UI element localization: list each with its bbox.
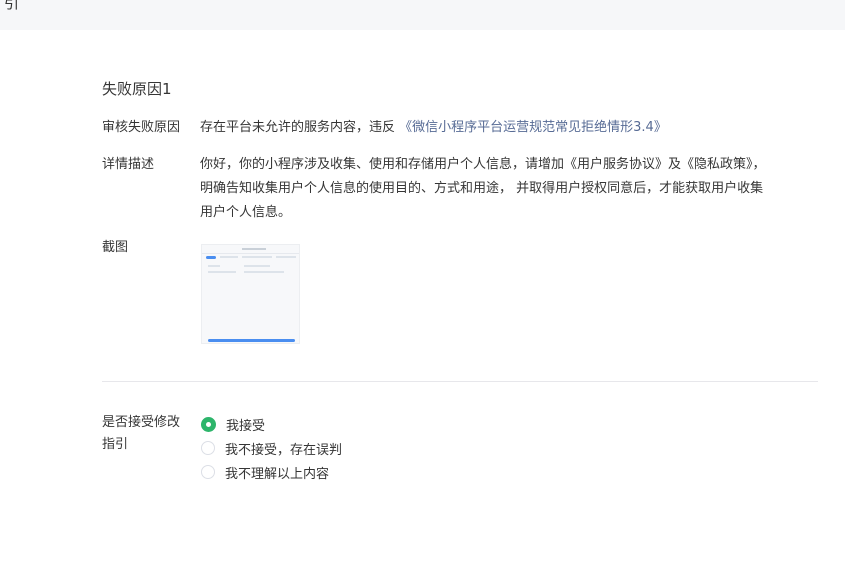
accept-guidance-label: 是否接受修改 指引 bbox=[102, 412, 192, 456]
top-bar-glyph: 引 bbox=[4, 0, 20, 12]
thumb-line bbox=[208, 271, 236, 273]
detail-description-line: 明确告知收集用户个人信息的使用目的、方式和用途， 并取得用户授权同意后，才能获取… bbox=[200, 181, 764, 196]
radio-option-label: 我不理解以上内容 bbox=[225, 466, 330, 482]
radio-option-label: 我接受 bbox=[226, 418, 266, 434]
top-bar: 引 bbox=[0, 0, 845, 30]
thumb-line bbox=[242, 256, 272, 258]
detail-description-line: 你好，你的小程序涉及收集、使用和存储用户个人信息，请增加《用户服务协议》及《隐私… bbox=[200, 157, 766, 172]
thumb-line bbox=[276, 256, 296, 258]
radio-option-label: 我不接受，存在误判 bbox=[225, 442, 343, 458]
radio-checked-icon[interactable] bbox=[201, 416, 216, 432]
accept-guidance-label-line: 是否接受修改 bbox=[102, 415, 181, 430]
radio-option-accept[interactable]: 我接受 bbox=[201, 414, 265, 434]
radio-option-reject[interactable]: 我不接受，存在误判 bbox=[201, 438, 342, 458]
thumb-divider bbox=[202, 253, 299, 254]
thumb-line bbox=[208, 265, 220, 267]
review-failure-reason-value: 存在平台未允许的服务内容，违反 《微信小程序平台运营规范常见拒绝情形3.4》 bbox=[200, 116, 818, 140]
detail-description-line: 用户个人信息。 bbox=[200, 205, 292, 220]
failure-reason-title: 失败原因1 bbox=[102, 80, 172, 98]
section-divider bbox=[102, 381, 818, 382]
detail-description-label: 详情描述 bbox=[102, 157, 155, 172]
thumb-line bbox=[220, 256, 238, 258]
review-failure-reason-text: 存在平台未允许的服务内容，违反 bbox=[200, 120, 396, 135]
radio-unchecked-icon[interactable] bbox=[201, 441, 215, 455]
radio-option-not-understand[interactable]: 我不理解以上内容 bbox=[201, 462, 329, 482]
thumb-tab bbox=[206, 256, 216, 259]
thumb-line bbox=[244, 271, 284, 273]
radio-unchecked-icon[interactable] bbox=[201, 465, 215, 479]
screenshot-thumbnail[interactable] bbox=[201, 244, 300, 344]
rules-link[interactable]: 《微信小程序平台运营规范常见拒绝情形3.4》 bbox=[399, 120, 667, 135]
thumb-button bbox=[208, 339, 295, 342]
thumb-header-line bbox=[242, 248, 266, 250]
screenshot-label: 截图 bbox=[102, 240, 129, 255]
detail-description-value: 你好，你的小程序涉及收集、使用和存储用户个人信息，请增加《用户服务协议》及《隐私… bbox=[200, 153, 818, 225]
review-failure-reason-label: 审核失败原因 bbox=[102, 120, 181, 135]
thumb-line bbox=[244, 265, 270, 267]
accept-guidance-label-line: 指引 bbox=[102, 437, 129, 452]
